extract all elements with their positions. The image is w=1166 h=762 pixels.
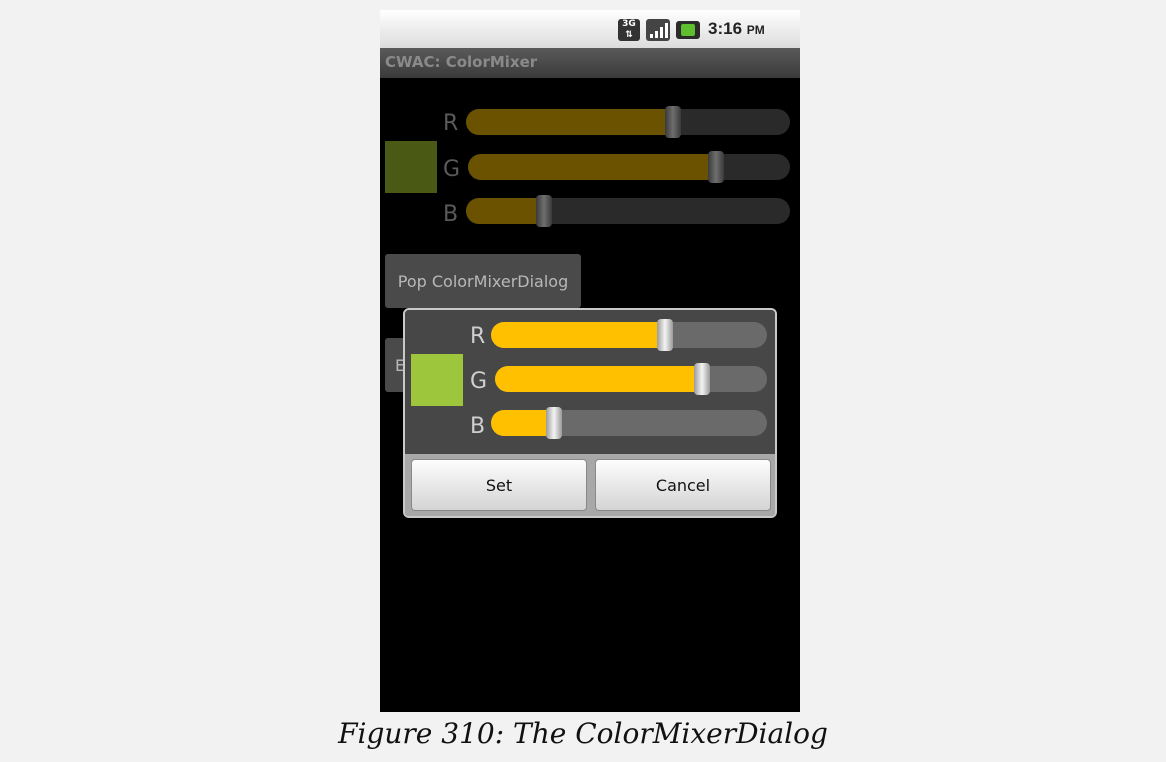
dialog-channel-label-r: R <box>470 324 486 349</box>
slider-g[interactable] <box>468 154 790 180</box>
colormixer-dialog: R G B Set Cancel <box>403 308 777 518</box>
dialog-slider-r-fill <box>491 322 665 348</box>
slider-b-fill <box>466 198 544 224</box>
dialog-content: R G B <box>405 310 775 454</box>
dialog-slider-b-thumb[interactable] <box>546 407 563 439</box>
slider-r-thumb[interactable] <box>665 106 682 138</box>
figure-caption: Figure 310: The ColorMixerDialog <box>338 717 828 750</box>
status-bar: 3G ⇅ 3:16 PM <box>380 10 800 48</box>
app-title-bar: CWAC: ColorMixer <box>380 48 800 78</box>
channel-label-r: R <box>443 111 459 136</box>
dialog-channel-label-g: G <box>470 369 488 394</box>
signal-icon <box>646 19 670 41</box>
dialog-slider-b[interactable] <box>491 410 767 436</box>
slider-g-fill <box>468 154 716 180</box>
battery-charging-icon <box>676 21 700 39</box>
slider-b[interactable] <box>466 198 790 224</box>
set-button[interactable]: Set <box>411 459 587 511</box>
status-clock: 3:16 PM <box>708 19 765 39</box>
clock-ampm: PM <box>746 23 765 37</box>
channel-label-g: G <box>443 157 461 182</box>
clock-time: 3:16 <box>708 19 743 38</box>
dialog-button-bar: Set Cancel <box>405 454 775 516</box>
set-button-label: Set <box>485 475 513 495</box>
cancel-button[interactable]: Cancel <box>595 459 771 511</box>
slider-r-fill <box>466 109 674 135</box>
dialog-slider-g[interactable] <box>495 366 767 392</box>
dialog-slider-g-fill <box>495 366 702 392</box>
slider-r[interactable] <box>466 109 790 135</box>
phone-screen: 3G ⇅ 3:16 PM CWAC: ColorMixer R G B Pop C… <box>380 10 800 712</box>
slider-g-thumb[interactable] <box>707 151 724 183</box>
3g-icon: 3G ⇅ <box>618 19 640 41</box>
dialog-slider-r[interactable] <box>491 322 767 348</box>
channel-label-b: B <box>443 202 459 227</box>
slider-b-thumb[interactable] <box>535 195 552 227</box>
dialog-channel-label-b: B <box>470 414 486 439</box>
app-title: CWAC: ColorMixer <box>385 53 538 71</box>
dialog-slider-r-thumb[interactable] <box>656 319 673 351</box>
dialog-color-preview-swatch <box>411 354 463 406</box>
cancel-button-label: Cancel <box>655 475 711 495</box>
color-preview-swatch <box>385 141 437 193</box>
dialog-slider-g-thumb[interactable] <box>693 363 710 395</box>
dialog-slider-b-fill <box>491 410 555 436</box>
pop-colormixerdialog-button[interactable]: Pop ColorMixerDialog <box>385 254 581 308</box>
pop-button-label: Pop ColorMixerDialog <box>397 271 569 291</box>
